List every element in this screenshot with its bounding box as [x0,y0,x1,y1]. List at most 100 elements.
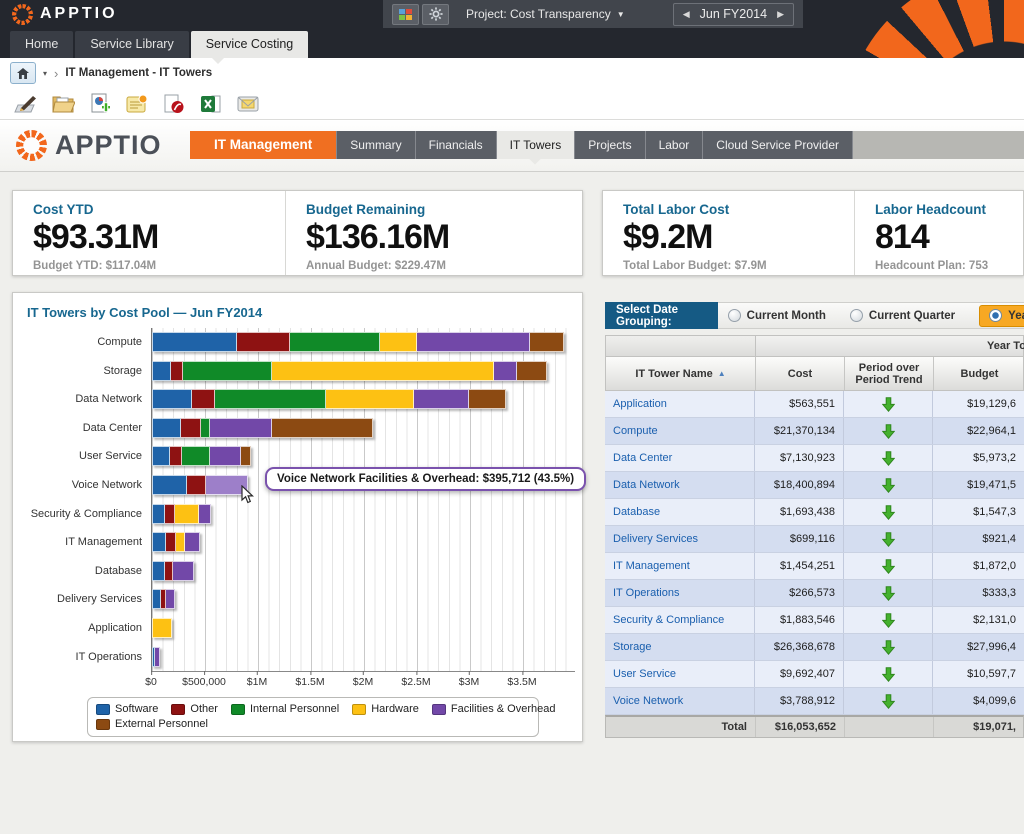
bar-segment-external-personnel[interactable] [469,389,506,409]
bar-segment-external-personnel[interactable] [272,418,374,438]
bar-segment-software[interactable] [152,589,161,609]
stacked-bar-application[interactable] [152,618,172,638]
bar-segment-hardware[interactable] [175,504,198,524]
tower-name-link[interactable]: User Service [605,661,755,687]
stacked-bar-user-service[interactable] [152,446,251,466]
bar-segment-internal-personnel[interactable] [215,389,326,409]
stacked-bar-voice-network[interactable] [152,475,248,495]
tower-name-link[interactable]: Compute [605,418,755,444]
radio-year-to-date[interactable]: Year To Date [979,305,1024,327]
bar-segment-facilities-overhead[interactable] [494,361,516,381]
bar-segment-hardware[interactable] [152,618,172,638]
bar-segment-software[interactable] [152,504,165,524]
bar-segment-hardware[interactable] [176,532,185,552]
column-header-it-tower-name[interactable]: IT Tower Name ▲ [606,357,756,390]
radio-icon[interactable] [989,309,1002,322]
prev-month-arrow-icon[interactable]: ◀ [683,9,690,20]
bar-segment-hardware[interactable] [272,361,495,381]
column-header-period-over-period-trend[interactable]: Period over Period Trend [845,357,934,390]
bar-segment-other[interactable] [181,418,201,438]
column-header-budget[interactable]: Budget [934,357,1024,390]
stacked-bar-it-management[interactable] [152,532,200,552]
tab-financials[interactable]: Financials [416,131,497,159]
stacked-bar-delivery-services[interactable] [152,589,175,609]
tower-name-link[interactable]: IT Management [605,553,755,579]
bar-segment-facilities-overhead[interactable] [185,532,200,552]
export-excel-button[interactable] [198,92,224,116]
bar-segment-internal-personnel[interactable] [201,418,211,438]
nav-tab-home[interactable]: Home [10,31,73,58]
bar-segment-other[interactable] [192,389,214,409]
bar-segment-hardware[interactable] [380,332,417,352]
bar-segment-facilities-overhead[interactable] [417,332,530,352]
export-pdf-button[interactable] [161,92,187,116]
tower-name-link[interactable]: IT Operations [605,580,755,606]
column-header-cost[interactable]: Cost [756,357,845,390]
tower-name-link[interactable]: Delivery Services [605,526,755,552]
settings-button[interactable] [422,4,449,25]
tab-cloud-service-provider[interactable]: Cloud Service Provider [703,131,853,159]
bar-segment-external-personnel[interactable] [241,446,251,466]
bar-segment-other[interactable] [170,446,182,466]
bar-segment-other[interactable] [171,361,183,381]
bar-segment-hardware[interactable] [326,389,414,409]
bar-segment-internal-personnel[interactable] [182,446,211,466]
bar-segment-facilities-overhead[interactable] [173,561,195,581]
nav-tab-service-costing[interactable]: Service Costing [191,31,309,58]
email-button[interactable] [235,92,261,116]
bar-segment-software[interactable] [152,561,165,581]
radio-current-month[interactable]: Current Month [728,309,826,322]
bar-segment-software[interactable] [152,475,187,495]
bar-segment-facilities-overhead[interactable] [414,389,469,409]
stacked-bar-security-compliance[interactable] [152,504,211,524]
bar-segment-facilities-overhead[interactable] [210,418,271,438]
tower-name-link[interactable]: Application [605,391,755,417]
bar-segment-other[interactable] [165,504,176,524]
bar-segment-software[interactable] [152,332,237,352]
tower-name-link[interactable]: Data Center [605,445,755,471]
project-caret-icon[interactable]: ▼ [617,10,625,19]
bar-segment-facilities-overhead[interactable] [199,504,212,524]
stacked-bar-database[interactable] [152,561,194,581]
date-selector[interactable]: ◀ Jun FY2014 ▶ [673,3,794,26]
radio-icon[interactable] [728,309,741,322]
open-folder-button[interactable] [50,92,76,116]
bar-segment-software[interactable] [152,418,181,438]
bar-segment-facilities-overhead[interactable] [155,647,161,667]
edit-signature-button[interactable] [13,92,39,116]
bar-segment-other[interactable] [166,532,176,552]
tab-it-management[interactable]: IT Management [190,131,337,159]
tower-name-link[interactable]: Storage [605,634,755,660]
radio-icon[interactable] [850,309,863,322]
project-selector[interactable]: Project: Cost Transparency [466,7,611,21]
bar-segment-software[interactable] [152,532,166,552]
add-report-button[interactable] [87,92,113,116]
bar-segment-facilities-overhead[interactable] [166,589,175,609]
bar-segment-internal-personnel[interactable] [290,332,380,352]
tower-name-link[interactable]: Voice Network [605,688,755,714]
bar-segment-facilities-overhead[interactable] [210,446,241,466]
bar-segment-software[interactable] [152,446,170,466]
tower-name-link[interactable]: Data Network [605,472,755,498]
bar-segment-software[interactable] [152,389,192,409]
stacked-bar-data-center[interactable] [152,418,373,438]
home-button[interactable] [10,62,36,84]
bar-segment-other[interactable] [237,332,290,352]
stacked-bar-compute[interactable] [152,332,564,352]
tower-name-link[interactable]: Security & Compliance [605,607,755,633]
tab-projects[interactable]: Projects [575,131,645,159]
bar-segment-other[interactable] [165,561,173,581]
stacked-bar-storage[interactable] [152,361,547,381]
next-month-arrow-icon[interactable]: ▶ [777,9,784,20]
notes-button[interactable] [124,92,150,116]
breadcrumb-dropdown-caret-icon[interactable]: ▾ [43,69,47,78]
bar-segment-internal-personnel[interactable] [183,361,272,381]
bar-segment-external-personnel[interactable] [517,361,548,381]
nav-tab-service-library[interactable]: Service Library [75,31,188,58]
bar-segment-software[interactable] [152,361,171,381]
bar-segment-external-personnel[interactable] [530,332,564,352]
stacked-bar-it-operations[interactable] [152,647,160,667]
radio-current-quarter[interactable]: Current Quarter [850,309,955,322]
stacked-bar-data-network[interactable] [152,389,506,409]
tab-labor[interactable]: Labor [646,131,704,159]
